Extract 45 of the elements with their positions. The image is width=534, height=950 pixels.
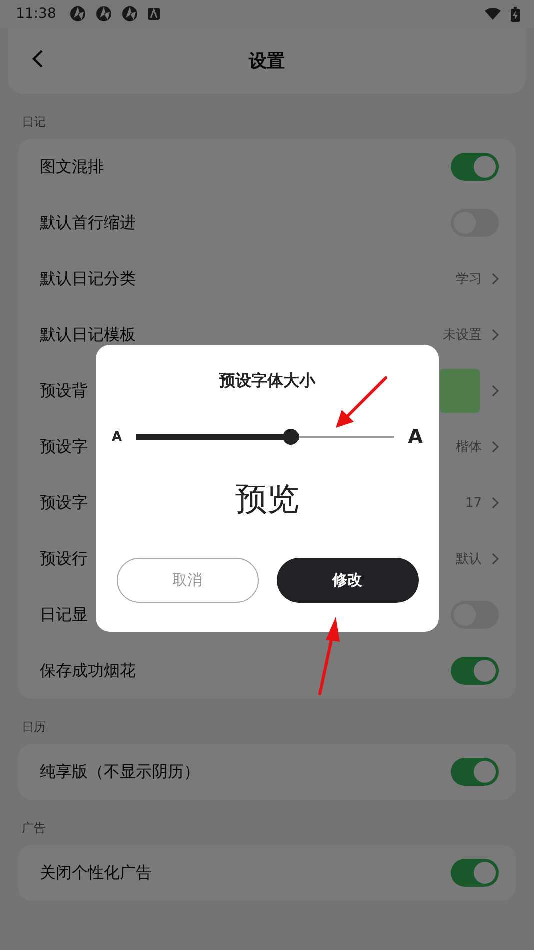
section-title: 日历	[22, 719, 46, 736]
setting-label: 预设背	[40, 380, 88, 402]
section-title: 日记	[22, 114, 46, 131]
page-title: 设置	[249, 50, 285, 73]
battery-icon	[511, 6, 520, 22]
setting-label: 默认首行缩进	[40, 212, 136, 234]
small-font-label: A	[112, 430, 122, 444]
section-title: 广告	[22, 820, 46, 837]
status-time: 11:38	[16, 6, 56, 22]
notification-icon	[148, 8, 160, 20]
chevron-right-icon	[492, 273, 499, 285]
setting-label: 关闭个性化广告	[40, 862, 152, 884]
chevron-right-icon	[492, 385, 499, 397]
confirm-button[interactable]: 修改	[276, 558, 418, 603]
dialog-title: 预设字体大小	[220, 371, 316, 392]
setting-label: 预设字	[40, 436, 88, 458]
setting-label: 默认日记分类	[40, 268, 136, 290]
setting-label: 预设字	[40, 492, 88, 514]
toggle-switch[interactable]	[451, 657, 499, 685]
wifi-icon	[485, 8, 501, 20]
setting-label: 保存成功烟花	[40, 660, 136, 682]
app-icon	[70, 6, 86, 22]
chevron-right-icon	[492, 553, 499, 565]
setting-label: 预设行	[40, 548, 88, 570]
app-icon	[96, 6, 112, 22]
chevron-right-icon	[492, 497, 499, 509]
setting-label: 日记显	[40, 604, 88, 626]
setting-value: 学习	[456, 271, 482, 288]
setting-value: 默认	[456, 551, 482, 568]
toggle-switch[interactable]	[451, 758, 499, 786]
setting-label: 图文混排	[40, 156, 104, 178]
chevron-right-icon	[492, 441, 499, 453]
app-icon	[122, 6, 138, 22]
preview-text: 预览	[236, 479, 300, 520]
toggle-switch[interactable]	[451, 153, 499, 181]
setting-label: 纯享版（不显示阴历）	[40, 762, 200, 782]
setting-value: 未设置	[443, 327, 482, 344]
setting-value: 楷体	[456, 439, 482, 456]
toggle-switch[interactable]	[451, 859, 499, 887]
setting-value: 17	[465, 496, 482, 510]
back-icon[interactable]	[32, 49, 44, 69]
large-font-label: A	[408, 426, 423, 448]
annotation-arrow	[336, 376, 388, 428]
setting-label: 默认日记模板	[40, 324, 136, 346]
chevron-right-icon	[492, 329, 499, 341]
